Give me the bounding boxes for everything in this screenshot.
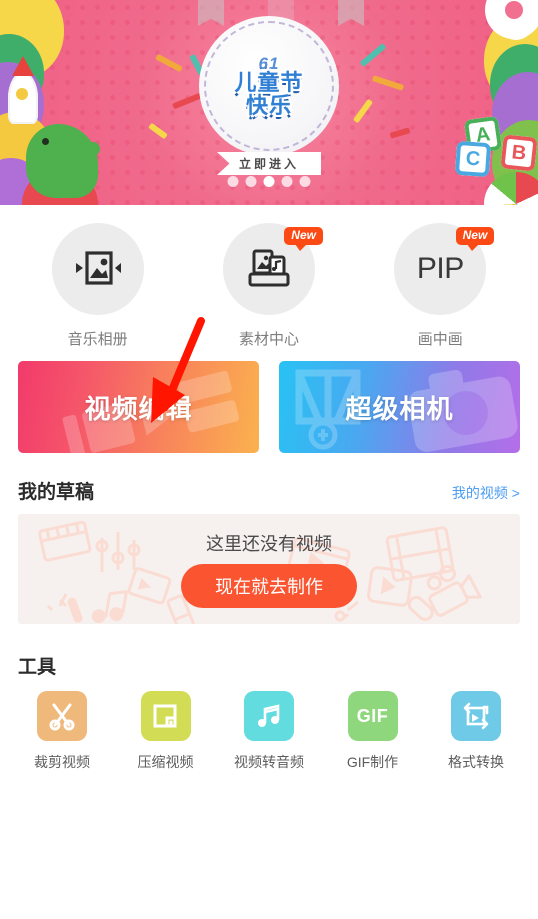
tool-gif-maker[interactable]: GIF GIF制作: [325, 691, 421, 772]
dinosaur-snout: [74, 142, 100, 156]
alphabet-block-b: B: [500, 134, 538, 172]
festival-line-2: 快乐: [245, 92, 292, 118]
tool-tile: [244, 691, 294, 741]
feature-material-center[interactable]: New 素材中心: [209, 223, 329, 349]
gif-text-icon: GIF: [356, 705, 389, 726]
compress-frame-icon: [153, 704, 176, 728]
super-camera-label: 超级相机: [345, 393, 454, 424]
drafts-title: 我的草稿: [18, 482, 95, 503]
create-now-button[interactable]: 现在就去制作: [181, 564, 357, 608]
music-notes-icon: [258, 704, 280, 727]
tool-format-convert[interactable]: 格式转换: [428, 691, 524, 772]
tool-label: 视频转音频: [234, 754, 304, 770]
festival-badge-text: 61 儿童节 快乐: [234, 55, 303, 117]
my-videos-link[interactable]: 我的视频 >: [452, 483, 520, 503]
tool-label: 裁剪视频: [34, 754, 90, 770]
tool-label: GIF制作: [346, 754, 399, 770]
primary-action-row: 视频编辑 超级相机: [0, 353, 538, 453]
super-camera-button[interactable]: 超级相机: [279, 361, 520, 453]
pip-text-icon: PIP: [416, 252, 464, 285]
banner-page-dots[interactable]: [227, 176, 311, 187]
banner-dot[interactable]: [299, 176, 311, 187]
tool-tile: GIF: [347, 691, 398, 741]
drafts-empty-text: 这里还没有视频: [206, 534, 332, 554]
promo-banner[interactable]: A B C 61 儿童节 快乐 立即进入: [0, 0, 538, 205]
feature-picture-in-picture[interactable]: PIP New 画中画: [380, 223, 500, 349]
feature-icon-bg: [51, 223, 144, 315]
tools-title: 工具: [18, 657, 57, 678]
tool-tile: [37, 691, 87, 741]
tool-tile: [140, 691, 191, 741]
scissors-icon: [49, 703, 75, 731]
tool-label: 格式转换: [448, 754, 504, 770]
tool-tile: [451, 691, 501, 741]
drafts-empty-state: 这里还没有视频 现在就去制作: [18, 514, 520, 624]
tool-label: 压缩视频: [137, 754, 194, 770]
banner-dot[interactable]: [281, 176, 293, 187]
feature-shortcut-row: 音乐相册 New 素材中心 PIP New 画中画: [0, 205, 538, 353]
banner-dot[interactable]: [227, 176, 239, 187]
feature-label: 画中画: [417, 331, 463, 348]
material-center-icon: [248, 249, 290, 287]
banner-enter-button[interactable]: 立即进入: [216, 152, 322, 175]
tool-trim-video[interactable]: 裁剪视频: [14, 691, 110, 772]
tool-video-to-audio[interactable]: 视频转音频: [221, 691, 317, 772]
tool-compress-video[interactable]: 压缩视频: [118, 691, 214, 772]
new-badge: New: [284, 227, 323, 252]
feature-label: 素材中心: [238, 331, 299, 348]
banner-dot[interactable]: [245, 176, 257, 187]
format-convert-icon: [463, 702, 489, 730]
photo-frame-carousel-icon: [75, 251, 121, 285]
banner-dot-active[interactable]: [263, 176, 275, 187]
festival-badge: 61 儿童节 快乐: [199, 16, 339, 156]
new-badge: New: [455, 227, 495, 252]
festival-line-1: 儿童节: [234, 70, 304, 96]
alphabet-block-c: C: [454, 140, 492, 178]
red-arrow-annotation: [151, 317, 205, 423]
tools-row: 裁剪视频 压缩视频 视频转音频 GIF GIF制作 格式转换: [0, 691, 538, 772]
rocket-icon: [8, 56, 38, 124]
app-root: A B C 61 儿童节 快乐 立即进入 音乐相册 New 素材中心 PIP N…: [0, 0, 538, 919]
drafts-section-header: 我的草稿 我的视频 >: [0, 453, 538, 514]
